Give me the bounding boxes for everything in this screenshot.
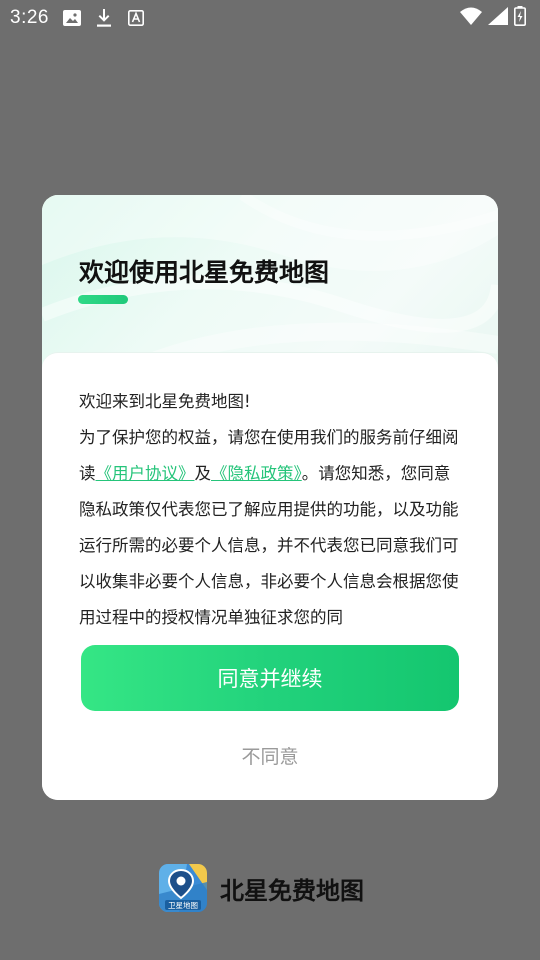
app-logo: 卫星地图	[159, 864, 207, 912]
download-icon	[95, 9, 113, 27]
and-text: 及	[194, 464, 212, 483]
privacy-policy-link[interactable]: 《隐私政策》	[211, 464, 302, 483]
battery-icon	[514, 6, 526, 30]
status-time: 3:26	[10, 7, 49, 28]
app-name: 北星免费地图	[220, 876, 364, 905]
agreement-paragraph: 为了保护您的权益，请您在使用我们的服务前仔细阅读《用户协议》及《隐私政策》。请您…	[79, 420, 459, 636]
dialog-title: 欢迎使用北星免费地图	[79, 258, 330, 287]
agree-continue-button[interactable]: 同意并继续	[81, 645, 459, 711]
map-pin-icon: 卫星地图	[159, 864, 207, 912]
agreement-text-part2: 。请您知悉，您同意隐私政策仅代表您已了解应用提供的功能，以及功能运行所需的必要个…	[79, 464, 459, 627]
dialog-body: 欢迎来到北星免费地图! 为了保护您的权益，请您在使用我们的服务前仔细阅读《用户协…	[42, 352, 498, 800]
logo-text: 卫星地图	[168, 900, 198, 910]
status-right	[460, 6, 526, 30]
disagree-button[interactable]: 不同意	[42, 735, 498, 775]
status-bar: 3:26	[0, 0, 540, 36]
wifi-icon	[460, 7, 482, 29]
image-icon	[62, 9, 81, 27]
greeting-text: 欢迎来到北星免费地图!	[79, 392, 251, 411]
a-box-icon	[127, 9, 145, 27]
status-left: 3:26	[10, 7, 145, 29]
privacy-dialog: 欢迎使用北星免费地图 欢迎来到北星免费地图! 为了保护您的权益，请您在使用我们的…	[42, 195, 498, 800]
signal-icon	[488, 7, 508, 29]
agreement-text[interactable]: 欢迎来到北星免费地图! 为了保护您的权益，请您在使用我们的服务前仔细阅读《用户协…	[79, 384, 459, 638]
title-underline	[78, 295, 128, 304]
user-agreement-link[interactable]: 《用户协议》	[96, 464, 195, 483]
app-branding: 卫星地图 北星免费地图	[159, 864, 364, 912]
